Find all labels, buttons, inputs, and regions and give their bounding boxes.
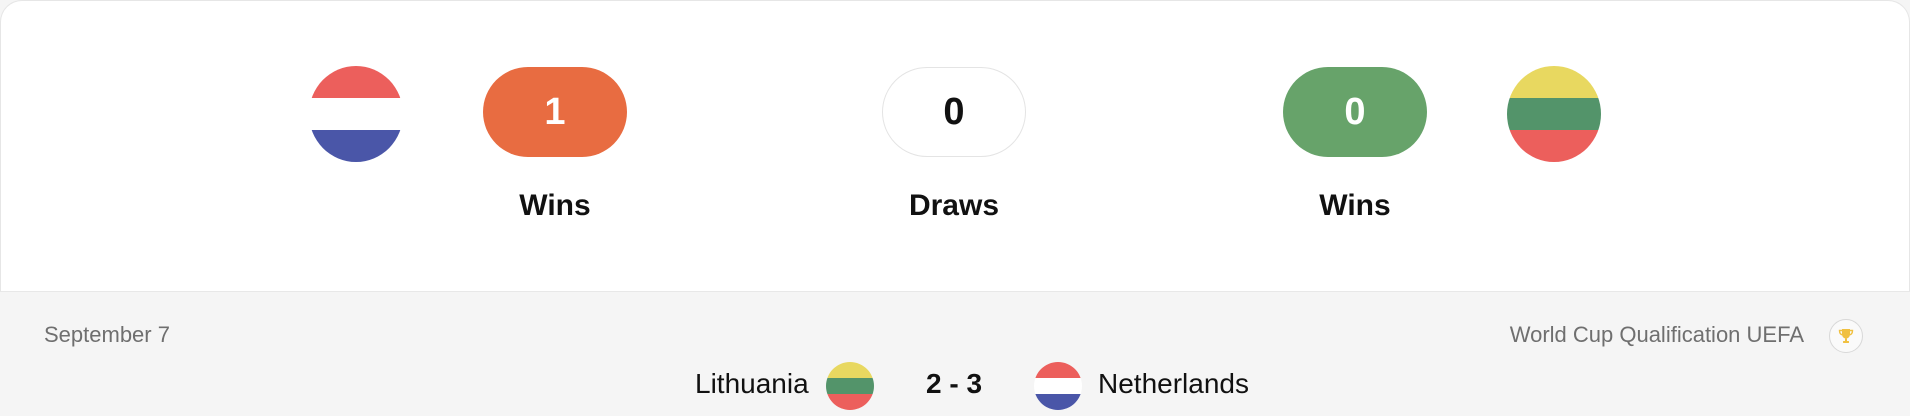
netherlands-flag-icon[interactable]	[309, 66, 403, 162]
head-to-head-card: 1 Wins 0 Draws 0 Wins	[0, 0, 1910, 292]
netherlands-flag-icon	[1034, 362, 1082, 410]
lithuania-flag-icon[interactable]	[1507, 66, 1601, 162]
match-date: September 7	[44, 322, 170, 347]
trophy-icon	[1838, 329, 1854, 343]
lithuania-flag-icon	[826, 362, 874, 410]
competition-badge	[1829, 319, 1863, 353]
home-wins-label: Wins	[519, 189, 591, 222]
away-wins-count: 0	[1283, 67, 1427, 157]
away-team-name: Netherlands	[1098, 368, 1249, 399]
competition-name: World Cup Qualification UEFA	[1509, 322, 1804, 347]
draws-label: Draws	[908, 189, 1000, 222]
match-score: 2 - 3	[925, 368, 983, 399]
home-wins-count: 1	[483, 67, 627, 157]
home-team-name: Lithuania	[695, 368, 809, 399]
away-wins-label: Wins	[1319, 189, 1391, 222]
draws-count: 0	[882, 67, 1026, 157]
